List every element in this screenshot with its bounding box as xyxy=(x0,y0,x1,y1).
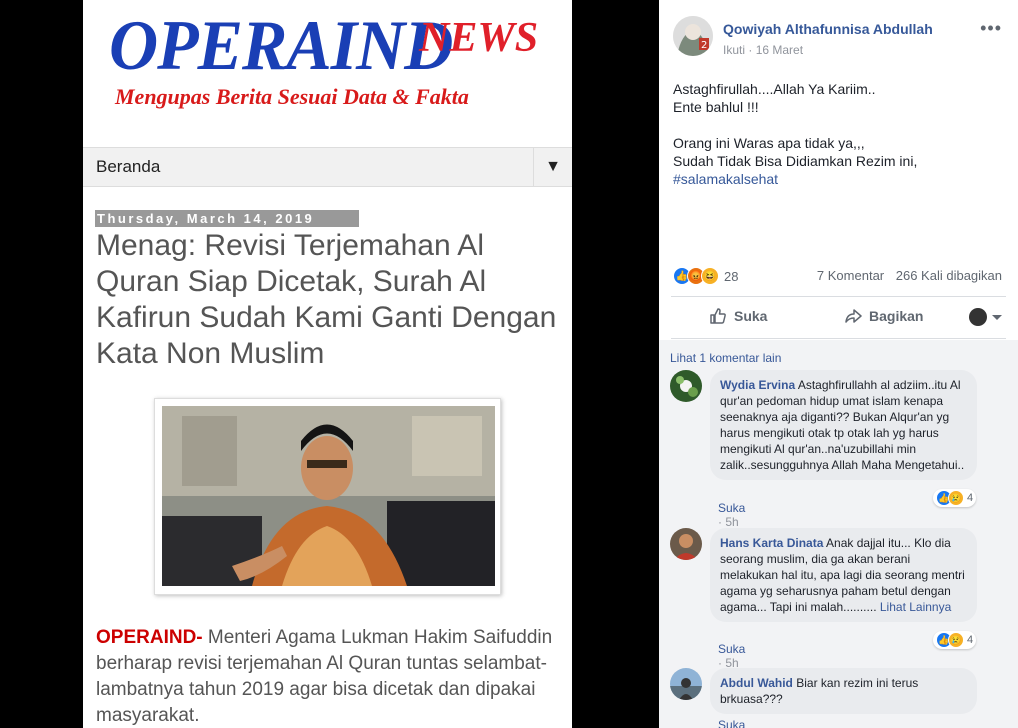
like-button[interactable]: Suka xyxy=(709,307,767,325)
share-button[interactable]: Bagikan xyxy=(844,307,923,325)
thumbs-up-icon xyxy=(710,308,726,324)
comments-section: Lihat 1 komentar lain Wydia Ervina Astag… xyxy=(659,340,1018,728)
photo-image xyxy=(162,406,495,586)
more-options-icon[interactable]: ••• xyxy=(980,18,1002,39)
post-line: Sudah Tidak Bisa Didiamkan Rezim ini, xyxy=(673,153,918,169)
commenter-name[interactable]: Hans Karta Dinata xyxy=(720,536,823,550)
comment-footer: Suka · 5h xyxy=(718,642,745,670)
see-more-link[interactable]: Lihat Lainnya xyxy=(880,600,951,614)
post-stats: 7 Komentar 266 Kali dibagikan xyxy=(809,268,1002,283)
caret-down-icon xyxy=(992,314,1002,320)
article-date: Thursday, March 14, 2019 xyxy=(95,210,359,227)
commenter-avatar[interactable] xyxy=(670,528,702,560)
post-text: Astaghfirullah....Allah Ya Kariim.. Ente… xyxy=(673,80,1003,188)
article-brand: OPERAIND- xyxy=(96,627,203,648)
follow-link[interactable]: Ikuti xyxy=(723,43,745,57)
post-line-spacer xyxy=(673,116,1003,134)
share-icon xyxy=(845,309,862,323)
meta-separator: · xyxy=(748,43,753,57)
svg-text:2: 2 xyxy=(701,40,707,51)
masthead-logo: OPERAIND xyxy=(109,5,453,85)
article-photo xyxy=(154,398,501,595)
divider xyxy=(671,338,1006,339)
author-avatar[interactable]: 2 xyxy=(673,16,713,56)
nav-label: Beranda xyxy=(96,157,161,176)
comments-count[interactable]: 7 Komentar xyxy=(817,268,884,283)
comment-reaction-count: 4 xyxy=(967,492,974,504)
comment-like-link[interactable]: Suka xyxy=(718,642,745,656)
reaction-count: 28 xyxy=(724,268,739,284)
comment-reaction-count: 4 xyxy=(967,634,974,646)
viewer-avatar xyxy=(969,308,987,326)
comment-bubble: Wydia Ervina Astaghfirullahh al adziim..… xyxy=(710,370,977,480)
post-author[interactable]: Qowiyah Althafunnisa Abdullah xyxy=(723,21,933,37)
comment-bubble: Hans Karta Dinata Anak dajjal itu... Klo… xyxy=(710,528,977,622)
commenter-avatar[interactable] xyxy=(670,370,702,402)
facebook-post-panel: 2 Qowiyah Althafunnisa Abdullah Ikuti · … xyxy=(659,0,1018,728)
comment-like-link[interactable]: Suka xyxy=(718,718,745,728)
comment-footer: Suka · 4h xyxy=(718,718,745,728)
comment-footer: Suka · 5h xyxy=(718,501,745,529)
post-line: Ente bahlul !!! xyxy=(673,99,759,115)
divider xyxy=(671,296,1006,297)
post-meta: Ikuti · 16 Maret xyxy=(723,43,803,57)
like-label: Suka xyxy=(734,308,768,324)
share-label: Bagikan xyxy=(869,308,924,324)
comment-text: Astaghfirullahh al adziim..itu Al qur'an… xyxy=(720,378,965,472)
post-line: Astaghfirullah....Allah Ya Kariim.. xyxy=(673,81,876,97)
article-body: OPERAIND- Menteri Agama Lukman Hakim Sai… xyxy=(96,625,566,728)
viewer-selector[interactable] xyxy=(969,308,1002,326)
reaction-summary[interactable]: 👍 😡 😆 28 xyxy=(673,267,738,285)
commenter-avatar[interactable] xyxy=(670,668,702,700)
sad-reaction-icon: 😢 xyxy=(948,632,964,648)
comment-bubble: Abdul Wahid Biar kan rezim ini terus brk… xyxy=(710,668,977,714)
masthead-tagline: Mengupas Berita Sesuai Data & Fakta xyxy=(115,84,469,109)
post-line: Orang ini Waras apa tidak ya,,, xyxy=(673,135,865,151)
comment-time[interactable]: 5h xyxy=(725,515,738,529)
shares-count[interactable]: 266 Kali dibagikan xyxy=(896,268,1002,283)
nav-dropdown-icon: ▼ xyxy=(533,148,572,186)
article-title: Menag: Revisi Terjemahan Al Quran Siap D… xyxy=(96,229,557,370)
article-image: OPERAIND NEWS Mengupas Berita Sesuai Dat… xyxy=(83,0,572,728)
haha-reaction-icon: 😆 xyxy=(701,267,719,285)
comment-reactions[interactable]: 👍 😢 4 xyxy=(933,489,977,507)
view-more-comments[interactable]: Lihat 1 komentar lain xyxy=(670,351,781,365)
post-time[interactable]: 16 Maret xyxy=(756,43,803,57)
comment-like-link[interactable]: Suka xyxy=(718,501,745,515)
masthead: OPERAIND NEWS Mengupas Berita Sesuai Dat… xyxy=(83,0,572,147)
sad-reaction-icon: 😢 xyxy=(948,490,964,506)
comment-dot: · xyxy=(718,515,722,529)
commenter-name[interactable]: Abdul Wahid xyxy=(720,676,793,690)
commenter-name[interactable]: Wydia Ervina xyxy=(720,378,795,392)
masthead-news: NEWS xyxy=(419,15,539,61)
post-actions: Suka Bagikan xyxy=(671,298,1006,336)
post-hashtag[interactable]: #salamakalsehat xyxy=(673,170,1003,188)
article-nav: Beranda ▼ xyxy=(83,147,572,187)
comment-reactions[interactable]: 👍 😢 4 xyxy=(933,631,977,649)
